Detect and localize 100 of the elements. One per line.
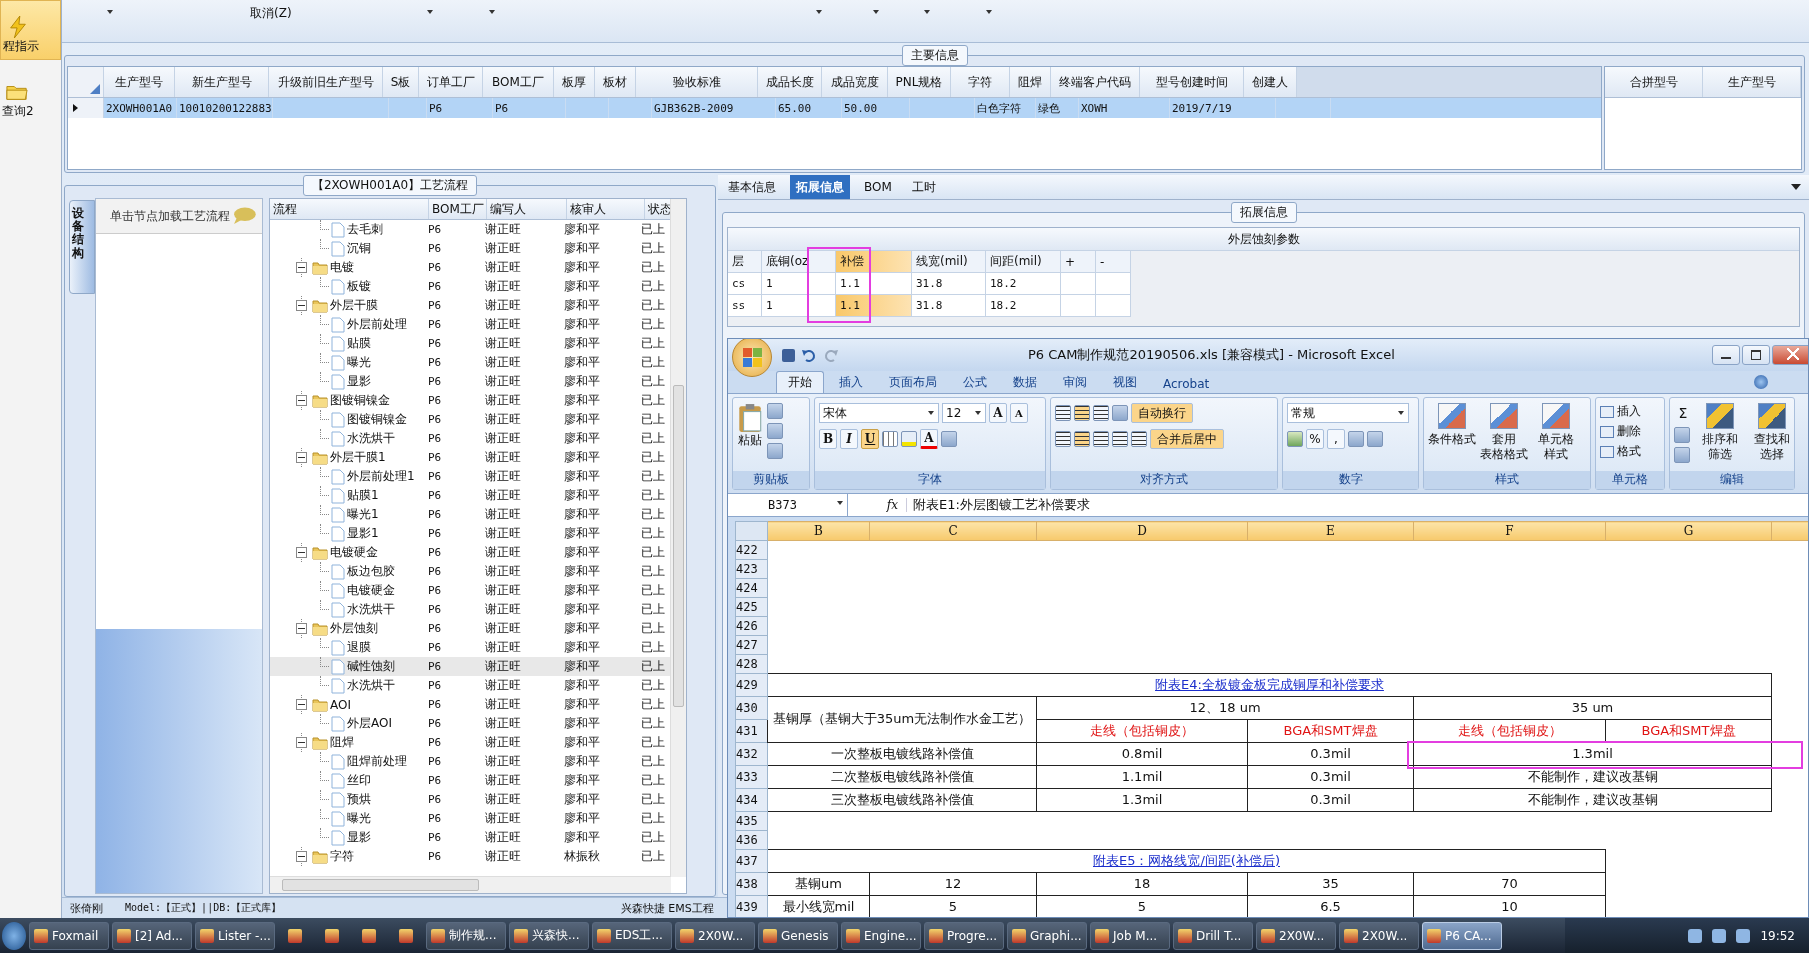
taskbar-button[interactable]: [2] Ad... (112, 921, 192, 950)
style-button[interactable]: 单元格 样式 (1532, 403, 1580, 471)
tree-row[interactable]: 板边包胶 P6 谢正旺 廖和平 已上 (270, 562, 670, 581)
tree-row[interactable]: 碱性蚀刻 P6 谢正旺 廖和平 已上 (270, 657, 670, 676)
indent-icon[interactable] (1131, 431, 1147, 447)
side-tab[interactable]: 设备结构 (69, 200, 95, 294)
autosum-button[interactable]: Σ (1674, 403, 1692, 423)
caret-icon[interactable] (816, 10, 822, 14)
column-header[interactable]: 验收标准 (636, 67, 758, 97)
undo-icon[interactable] (801, 347, 817, 363)
ribbon-tab[interactable]: 开始 (776, 371, 824, 393)
tree-row[interactable]: 曝光 P6 谢正旺 廖和平 已上 (270, 353, 670, 372)
column-header[interactable]: 成品长度 (758, 67, 822, 97)
ribbon-tab[interactable]: 页面布局 (878, 372, 948, 393)
tree-row[interactable]: 板镀 P6 谢正旺 廖和平 已上 (270, 277, 670, 296)
cells-button[interactable]: 插入 (1600, 403, 1660, 420)
tab[interactable]: 工时 (905, 175, 942, 199)
taskbar-button[interactable]: Graphi... (1007, 921, 1087, 950)
tree-row[interactable]: 沉铜 P6 谢正旺 廖和平 已上 (270, 239, 670, 258)
column-header[interactable]: 新生产型号 (175, 67, 269, 97)
row-number[interactable]: 439 (735, 895, 768, 917)
ribbon-tab[interactable]: 视图 (1102, 372, 1148, 393)
caret-icon[interactable] (107, 10, 113, 14)
column-header[interactable]: 字符 (951, 67, 1010, 97)
tree-row[interactable]: 外层干膜1 P6 谢正旺 廖和平 已上 (270, 448, 670, 467)
tree-row[interactable]: 电镀 P6 谢正旺 廖和平 已上 (270, 258, 670, 277)
taskbar-button[interactable]: Lister -... (195, 921, 275, 950)
name-box[interactable]: B373 (728, 494, 848, 516)
row-number[interactable]: 429 (735, 673, 768, 697)
taskbar-button[interactable]: P6 CA... (1422, 921, 1502, 950)
underline-button[interactable]: U (861, 429, 879, 449)
column-header[interactable]: B (767, 521, 870, 541)
column-header[interactable]: C (869, 521, 1037, 541)
tree-row[interactable]: 阻焊前处理 P6 谢正旺 廖和平 已上 (270, 752, 670, 771)
tree-row[interactable]: 水洗烘干 P6 谢正旺 廖和平 已上 (270, 429, 670, 448)
tree-row[interactable]: 图镀铜镍金 P6 谢正旺 廖和平 已上 (270, 391, 670, 410)
tree-row[interactable]: 显影 P6 谢正旺 廖和平 已上 (270, 372, 670, 391)
column-header[interactable]: - (1096, 251, 1131, 273)
taskbar-button[interactable]: 兴森快... (509, 921, 589, 950)
bold-button[interactable]: B (819, 429, 837, 449)
table-title-link[interactable]: 附表E5：网格线宽/间距(补偿后) (1093, 852, 1280, 868)
tree-row[interactable]: 图镀铜镍金 P6 谢正旺 廖和平 已上 (270, 410, 670, 429)
column-header[interactable]: 终端客户代码 (1051, 67, 1140, 97)
column-header[interactable]: 板厚 (554, 67, 595, 97)
taskbar-button[interactable]: Genesis (758, 921, 838, 950)
table-title-link[interactable]: 附表E4:全板镀金板完成铜厚和补偿要求 (1155, 676, 1384, 692)
column-header[interactable]: 成品宽度 (822, 67, 888, 97)
start-button[interactable] (2, 921, 26, 950)
nav-button[interactable]: 程指示 (0, 0, 61, 60)
tree-row[interactable]: 丝印 P6 谢正旺 廖和平 已上 (270, 771, 670, 790)
grow-font-button[interactable]: A (989, 403, 1007, 423)
tree-row[interactable]: 预烘 P6 谢正旺 廖和平 已上 (270, 790, 670, 809)
percent-button[interactable]: % (1306, 429, 1324, 449)
taskbar-button[interactable]: 2X0W... (675, 921, 755, 950)
clock[interactable]: 19:52 (1760, 928, 1795, 943)
tab[interactable]: BOM (858, 175, 898, 199)
column-header[interactable]: 层 (728, 251, 762, 273)
row-number[interactable]: 437 (735, 849, 768, 873)
tab[interactable]: 基本信息 (722, 175, 782, 199)
taskbar-button[interactable]: 制作规... (426, 921, 506, 950)
column-header[interactable]: 流程 (270, 199, 429, 219)
office-button[interactable] (732, 339, 772, 377)
column-header[interactable]: 订单工厂 (419, 67, 483, 97)
maximize-button[interactable] (1742, 345, 1770, 365)
tree-row[interactable]: 外层前处理 P6 谢正旺 廖和平 已上 (270, 315, 670, 334)
style-button[interactable]: 套用 表格格式 (1480, 403, 1528, 471)
tree-row[interactable]: 曝光1 P6 谢正旺 廖和平 已上 (270, 505, 670, 524)
taskbar-button[interactable]: EDS工... (592, 921, 672, 950)
align-top-icon[interactable] (1055, 405, 1071, 421)
outdent-icon[interactable] (1112, 431, 1128, 447)
taskbar-button[interactable]: Engine... (841, 921, 921, 950)
column-header[interactable]: 阻焊 (1010, 67, 1051, 97)
collapse-icon[interactable] (296, 262, 307, 273)
close-button[interactable] (1772, 345, 1808, 365)
row-number[interactable]: 433 (735, 765, 768, 789)
caret-icon[interactable] (489, 10, 495, 14)
caret-icon[interactable] (986, 10, 992, 14)
collapse-icon[interactable] (296, 300, 307, 311)
tab[interactable]: 拓展信息 (790, 175, 850, 199)
tree-row[interactable]: 外层前处理1 P6 谢正旺 廖和平 已上 (270, 467, 670, 486)
column-header[interactable]: G (1605, 521, 1772, 541)
row-number[interactable]: 438 (735, 872, 768, 896)
tree-row[interactable]: 显影 P6 谢正旺 廖和平 已上 (270, 828, 670, 847)
row-number[interactable]: 432 (735, 742, 768, 766)
font-size-field[interactable]: 12 (942, 403, 986, 423)
tree-row[interactable]: 水洗烘干 P6 谢正旺 廖和平 已上 (270, 600, 670, 619)
merge-center-button[interactable]: 合并后居中 (1150, 429, 1224, 449)
shrink-font-button[interactable]: A (1010, 403, 1028, 423)
column-header[interactable]: 合拼型号 (1605, 67, 1703, 97)
paste-button[interactable]: 粘贴 (737, 403, 763, 471)
nav-button[interactable]: 查询2 (0, 66, 61, 124)
font-color-button[interactable]: A (920, 429, 938, 449)
column-header[interactable]: E (1247, 521, 1414, 541)
table-row[interactable]: 2XOWH001A0 10010200122883 P6 P6 GJB362B-2009 65.00 50.00 白色字符 绿色 XOWH 2019/7/19 (68, 98, 1601, 118)
align-center-icon[interactable] (1074, 431, 1090, 447)
ribbon-tab[interactable]: 公式 (952, 372, 998, 393)
tree-row[interactable]: 水洗烘干 P6 谢正旺 廖和平 已上 (270, 676, 670, 695)
row-number[interactable]: 431 (735, 719, 768, 743)
tree-row[interactable]: 电镀硬金 P6 谢正旺 廖和平 已上 (270, 581, 670, 600)
taskbar-button[interactable]: Job M... (1090, 921, 1170, 950)
